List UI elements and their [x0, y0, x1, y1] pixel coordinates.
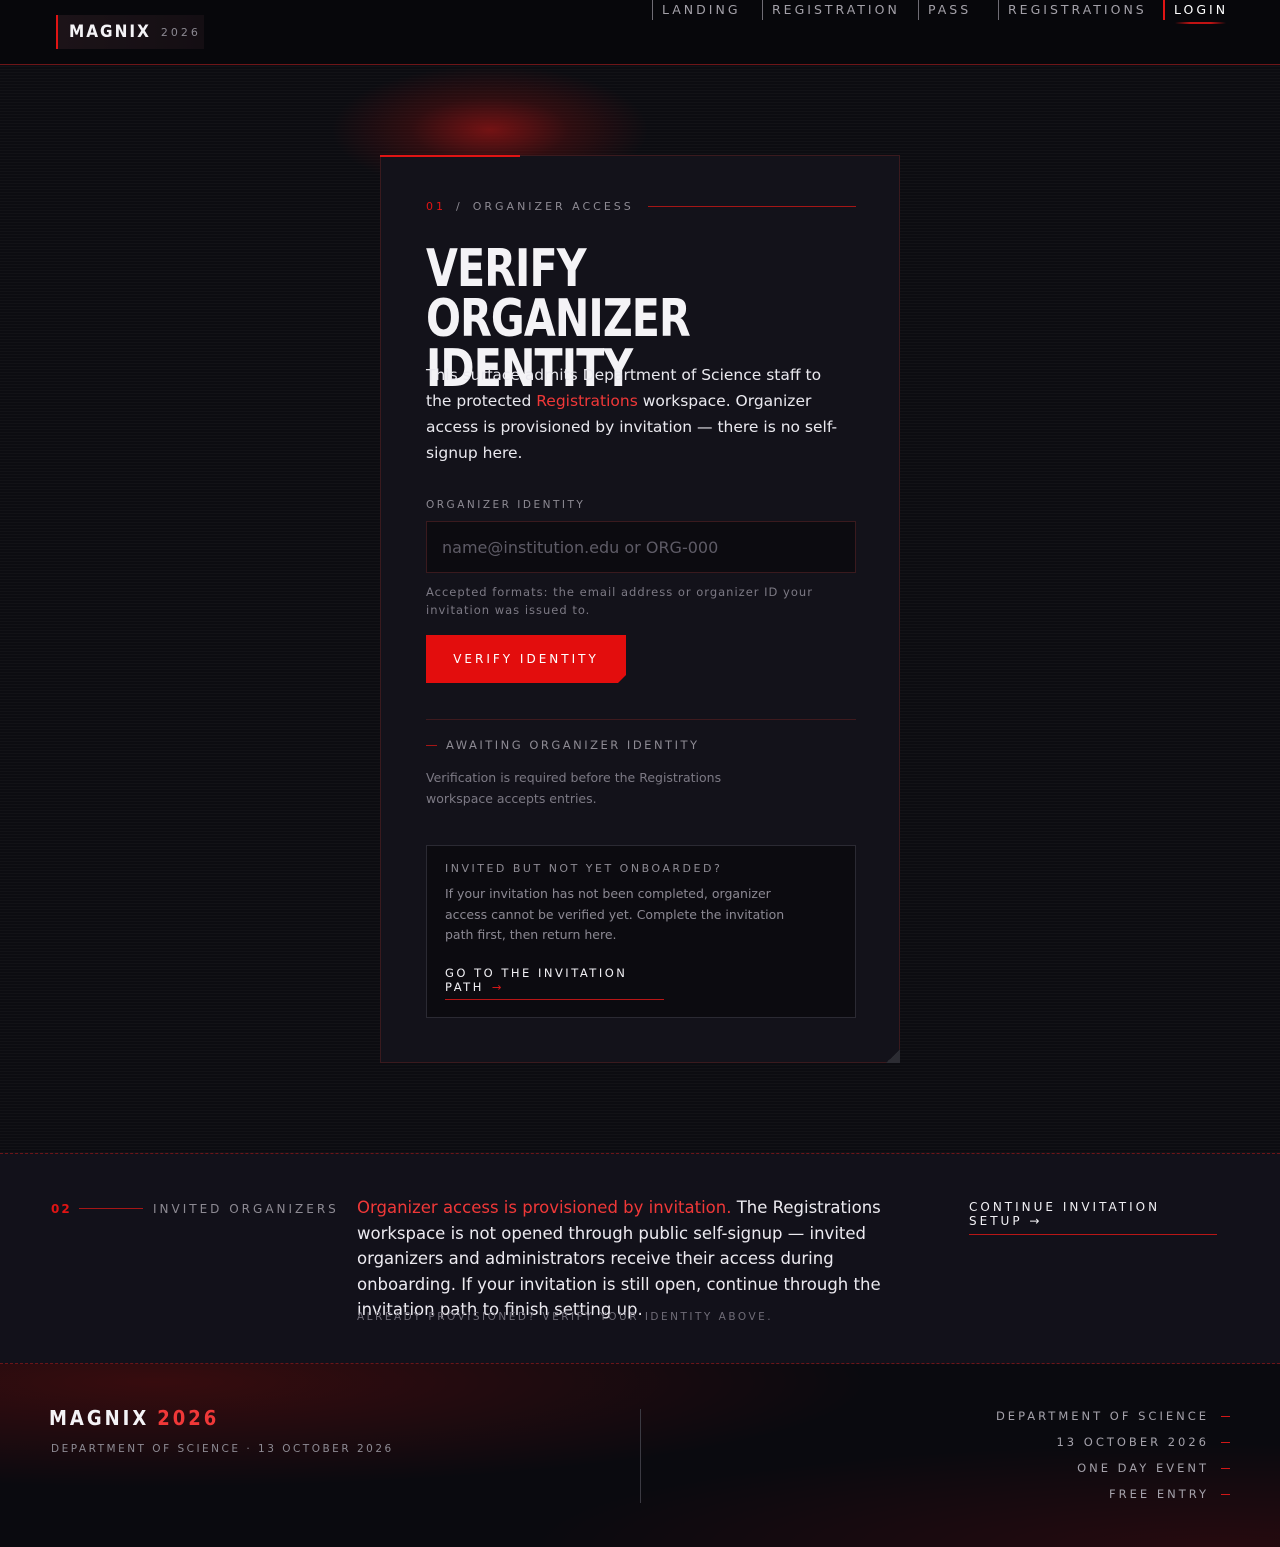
footer-brand-name: MAGNIX [49, 1406, 150, 1430]
verify-card: 01 / ORGANIZER ACCESS VERIFY ORGANIZER I… [380, 155, 900, 1063]
top-navbar: MAGNIX 2026 LANDING REGISTRATION PASS RE… [0, 0, 1280, 65]
footer-item: FREE ENTRY [996, 1487, 1230, 1513]
section-number: 02 [51, 1202, 72, 1216]
main-area: 01 / ORGANIZER ACCESS VERIFY ORGANIZER I… [0, 65, 1280, 1153]
card-description: This surface admits Department of Scienc… [426, 362, 846, 466]
arrow-right-icon: → [491, 980, 504, 994]
card-eyebrow: 01 / ORGANIZER ACCESS [426, 198, 856, 214]
section-small-note: ALREADY PROVISIONED? VERIFY YOUR IDENTIT… [357, 1311, 774, 1323]
eyebrow-rule [648, 206, 856, 207]
nav-pass[interactable]: PASS [918, 0, 971, 20]
nav-login[interactable]: LOGIN [1163, 0, 1229, 24]
nav-landing[interactable]: LANDING [652, 0, 741, 20]
nav-registrations[interactable]: REGISTRATIONS [998, 0, 1147, 20]
invitation-path-link[interactable]: GO TO THE INVITATION PATH → [445, 966, 664, 1000]
identity-field-help: Accepted formats: the email address or o… [426, 585, 813, 617]
status-indicator: AWAITING ORGANIZER IDENTITY [426, 738, 700, 752]
footer-divider [640, 1409, 641, 1503]
brand-logo[interactable]: MAGNIX 2026 [56, 15, 204, 49]
identity-field-label: ORGANIZER IDENTITY [426, 499, 586, 511]
card-corner-notch [886, 1049, 900, 1063]
nav-login-label: LOGIN [1174, 2, 1229, 17]
footer-item-label: DEPARTMENT OF SCIENCE [995, 1409, 1209, 1423]
section-body: Organizer access is provisioned by invit… [357, 1195, 937, 1323]
footer-brand-year: 2026 [157, 1406, 220, 1430]
invitation-link-label: GO TO THE INVITATION PATH [445, 966, 628, 994]
registrations-link[interactable]: Registrations [536, 392, 638, 410]
status-text: AWAITING ORGANIZER IDENTITY [446, 738, 700, 752]
verify-identity-button[interactable]: VERIFY IDENTITY [426, 635, 626, 683]
continue-invitation-setup-link[interactable]: CONTINUE INVITATION SETUP → [969, 1200, 1217, 1235]
section-rule [79, 1208, 143, 1209]
footer: MAGNIX 2026 DEPARTMENT OF SCIENCE · 13 OC… [0, 1364, 1280, 1547]
footer-item: DEPARTMENT OF SCIENCE [996, 1409, 1230, 1435]
section-label: INVITED ORGANIZERS [153, 1202, 339, 1216]
card-divider [426, 719, 856, 720]
section-highlight: Organizer access is provisioned by invit… [357, 1198, 732, 1217]
dash-icon [1221, 1416, 1230, 1417]
invited-organizers-section: 02 INVITED ORGANIZERS Organizer access i… [0, 1153, 1280, 1364]
nav-registration[interactable]: REGISTRATION [762, 0, 900, 20]
status-dash-icon [426, 745, 437, 746]
footer-item-label: FREE ENTRY [1109, 1487, 1209, 1501]
dash-icon [1221, 1494, 1230, 1495]
invitation-heading: INVITED BUT NOT YET ONBOARDED? [445, 862, 723, 875]
eyebrow-separator: / [456, 199, 463, 213]
eyebrow-number: 01 [426, 199, 446, 213]
status-note: Verification is required before the Regi… [426, 770, 722, 806]
footer-brand: MAGNIX 2026 [49, 1406, 219, 1430]
invitation-box: INVITED BUT NOT YET ONBOARDED? If your i… [426, 845, 856, 1018]
dash-icon [1221, 1442, 1230, 1443]
footer-subtitle: DEPARTMENT OF SCIENCE · 13 OCTOBER 2026 [51, 1443, 394, 1455]
card-accent-line [380, 155, 520, 157]
footer-item: 13 OCTOBER 2026 [996, 1435, 1230, 1461]
footer-item: ONE DAY EVENT [996, 1461, 1230, 1487]
dash-icon [1221, 1468, 1230, 1469]
invitation-text: If your invitation has not been complete… [445, 886, 785, 942]
eyebrow-label: ORGANIZER ACCESS [472, 199, 634, 213]
identity-input[interactable] [426, 521, 856, 573]
footer-item-label: ONE DAY EVENT [1077, 1461, 1209, 1475]
brand-year: 2026 [160, 25, 201, 39]
brand-name: MAGNIX [69, 22, 151, 42]
footer-info-list: DEPARTMENT OF SCIENCE 13 OCTOBER 2026 ON… [996, 1409, 1230, 1513]
active-underline [1175, 22, 1227, 24]
footer-item-label: 13 OCTOBER 2026 [1056, 1435, 1209, 1449]
